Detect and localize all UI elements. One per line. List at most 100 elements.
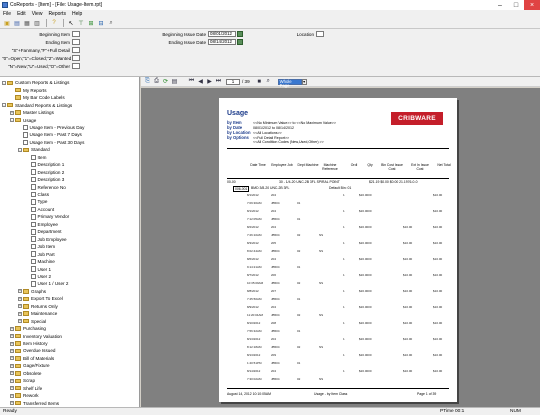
tree-item[interactable]: Account xyxy=(26,206,54,214)
expand-icon[interactable]: + xyxy=(10,401,14,406)
tree-item[interactable]: + Gage/Fixture xyxy=(10,362,50,370)
tree-item[interactable]: + Rework xyxy=(10,392,39,400)
tree-item[interactable]: Description 2 xyxy=(26,168,64,176)
tree-item[interactable]: Job Item xyxy=(26,243,55,251)
tree-item[interactable]: + Master Listings xyxy=(10,109,54,117)
tree-item[interactable]: My Reports xyxy=(10,86,47,94)
tree-item[interactable]: - Standard Reports & Listings xyxy=(2,101,72,109)
collapse-icon[interactable]: - xyxy=(18,147,22,152)
expand-icon[interactable]: + xyxy=(18,304,22,309)
tree-item[interactable]: + Special xyxy=(18,317,46,325)
expand-icon[interactable]: + xyxy=(18,289,22,294)
refresh-icon[interactable]: ⟳ xyxy=(162,78,169,85)
tree-item[interactable]: Usage Item - Previous Day xyxy=(18,124,84,132)
tree-item[interactable]: Description 3 xyxy=(26,176,64,184)
tree-item[interactable]: Usage Item - Past 30 Days xyxy=(18,139,84,147)
collapse-icon[interactable]: - xyxy=(2,103,6,108)
tree-item[interactable]: + Graphs xyxy=(18,288,46,296)
report-viewer[interactable]: Usage by Item <<No Minimum Value>> to <<… xyxy=(141,88,540,407)
calendar-icon[interactable] xyxy=(237,31,243,37)
tree-item[interactable]: Type xyxy=(26,198,47,206)
calendar-icon[interactable] xyxy=(237,39,243,45)
expand-icon[interactable]: + xyxy=(18,319,22,324)
condition-option-input[interactable] xyxy=(72,63,80,69)
tree-item[interactable]: Employee xyxy=(26,221,58,229)
expand-icon[interactable]: + xyxy=(10,378,14,383)
expand-icon[interactable]: + xyxy=(10,356,14,361)
run-icon[interactable]: ⊞ xyxy=(87,19,95,27)
print-icon[interactable]: ▦ xyxy=(23,19,31,27)
expand-icon[interactable]: + xyxy=(10,341,14,346)
first-page-icon[interactable]: ⏮ xyxy=(188,78,195,85)
tree-item[interactable]: - Standard xyxy=(18,146,50,154)
menu-help[interactable]: Help xyxy=(72,11,82,17)
menu-file[interactable]: File xyxy=(3,11,11,17)
tree-item[interactable]: + Overdue Issued xyxy=(10,347,55,355)
tree-item[interactable]: Job Part xyxy=(26,250,55,258)
expand-icon[interactable]: + xyxy=(10,371,14,376)
expand-icon[interactable]: + xyxy=(10,348,14,353)
tree-item[interactable]: - Usage xyxy=(10,116,36,124)
tree-item[interactable]: User 1 xyxy=(26,265,51,273)
tree-item[interactable]: + Returns Only xyxy=(18,303,58,311)
menu-reports[interactable]: Reports xyxy=(48,11,66,17)
whats-this-icon[interactable]: ↖ xyxy=(67,19,75,27)
tree-item[interactable]: + Transferred Items xyxy=(10,399,59,407)
preview-icon[interactable]: ▥ xyxy=(33,19,41,27)
export-report-icon[interactable]: ⎘ xyxy=(144,78,151,85)
tree-item[interactable]: - Custom Reports & Listings xyxy=(2,79,69,87)
chevron-down-icon[interactable]: ▾ xyxy=(301,78,307,85)
expand-icon[interactable]: + xyxy=(18,311,22,316)
open-icon[interactable]: ▣ xyxy=(3,19,11,27)
zoom-select[interactable]: Whole Page xyxy=(277,78,302,88)
close-button[interactable]: × xyxy=(524,0,540,10)
tree-item[interactable]: + Item History xyxy=(10,340,48,348)
last-page-icon[interactable]: ⏭ xyxy=(215,78,222,85)
tree-item[interactable]: Primary Vendor xyxy=(26,213,69,221)
tree-item[interactable]: Class xyxy=(26,191,49,199)
menu-edit[interactable]: Edit xyxy=(17,11,26,17)
tree-item[interactable]: User 1 / User 2 xyxy=(26,280,68,288)
tree-item[interactable]: Description 1 xyxy=(26,161,64,169)
ending-item-input[interactable] xyxy=(72,39,80,45)
group-tree-icon[interactable]: ▤ xyxy=(171,78,178,85)
ending-issue-date-input[interactable]: 08/14/2012 xyxy=(208,39,236,45)
location-input[interactable] xyxy=(316,31,324,37)
maximize-button[interactable]: □ xyxy=(508,0,524,10)
tree-item[interactable]: + Purchasing xyxy=(10,325,46,333)
tree-item[interactable]: Usage Item - Past 7 Days xyxy=(18,131,82,139)
menu-view[interactable]: View xyxy=(32,11,43,17)
tree-item[interactable]: + Obsolete xyxy=(10,370,41,378)
tree-item[interactable]: Job Employee xyxy=(26,235,67,243)
tree-item[interactable]: Department xyxy=(26,228,62,236)
zoom-icon[interactable]: ⌕ xyxy=(107,19,115,27)
detail-option-input[interactable] xyxy=(72,47,80,53)
expand-icon[interactable]: + xyxy=(10,386,14,391)
tree-item[interactable]: My Bar Code Labels xyxy=(10,94,65,102)
expand-icon[interactable]: + xyxy=(10,326,14,331)
next-page-icon[interactable]: ▶ xyxy=(206,78,213,85)
tree-item[interactable]: + Inventory Valuation xyxy=(10,332,62,340)
status-option-input[interactable] xyxy=(72,55,80,61)
tree-item[interactable]: Machine xyxy=(26,258,55,266)
expand-icon[interactable]: + xyxy=(10,393,14,398)
beginning-issue-date-input[interactable]: 08/01/2012 xyxy=(208,31,236,37)
page-number-input[interactable]: 1 xyxy=(226,78,240,85)
print-report-icon[interactable]: ⎙ xyxy=(153,78,160,85)
tree-item[interactable]: + Export To Excel xyxy=(18,295,63,303)
export-icon[interactable]: ⊟ xyxy=(97,19,105,27)
prev-page-icon[interactable]: ◀ xyxy=(197,78,204,85)
save-icon[interactable]: ▤ xyxy=(13,19,21,27)
tree-item[interactable]: + Scrap xyxy=(10,377,35,385)
expand-icon[interactable]: + xyxy=(18,296,22,301)
expand-icon[interactable]: + xyxy=(10,334,14,339)
tree-item[interactable]: + Maintenance xyxy=(18,310,57,318)
tree-item[interactable]: + Shelf Life xyxy=(10,384,42,392)
help-icon[interactable]: ? xyxy=(50,19,58,27)
stop-icon[interactable]: ■ xyxy=(256,78,263,85)
collapse-icon[interactable]: - xyxy=(10,118,14,122)
filter-icon[interactable]: ⊤ xyxy=(77,19,85,27)
tree-item[interactable]: User 2 xyxy=(26,273,51,281)
collapse-icon[interactable]: - xyxy=(2,80,6,85)
beginning-item-input[interactable] xyxy=(72,31,80,37)
